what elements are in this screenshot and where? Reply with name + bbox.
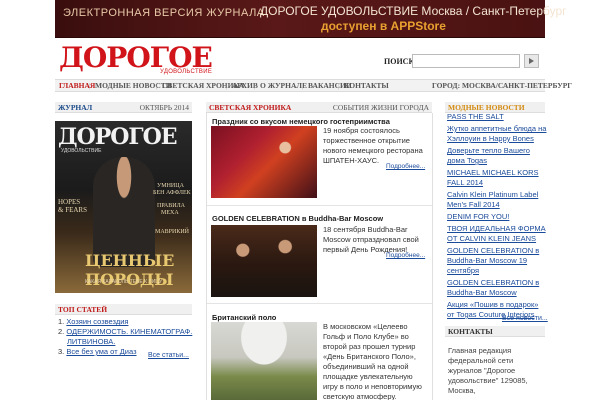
cover-mauritius: МАВРИКИЙ bbox=[155, 229, 190, 235]
search-input[interactable] bbox=[412, 54, 520, 68]
nav-separator: | bbox=[254, 81, 256, 90]
news-link[interactable]: DENIM FOR YOU! bbox=[447, 212, 547, 222]
nav-about[interactable]: О ЖУРНАЛЕ bbox=[260, 81, 307, 90]
chronicle-title: СВЕТСКАЯ ХРОНИКА bbox=[209, 103, 292, 112]
cover-title: ДОРОГОЕ bbox=[58, 124, 178, 150]
journal-header: ЖУРНАЛ ОКТЯБРЬ 2014 bbox=[55, 102, 192, 113]
top-articles-title: ТОП СТАТЕЙ bbox=[58, 305, 108, 314]
nav-separator: | bbox=[338, 81, 340, 90]
list-link[interactable]: ЛИТВИНОВА. bbox=[67, 337, 115, 346]
cover-affleck: БЕН АФФЛЕК bbox=[153, 190, 191, 196]
news-link[interactable]: GOLDEN CELEBRATION в Buddha-Bar Moscow bbox=[447, 278, 547, 298]
column-border bbox=[206, 113, 207, 400]
column-border bbox=[432, 113, 433, 400]
list-item[interactable]: 1. Хозяин созвездия bbox=[58, 317, 190, 327]
list-number: 3. bbox=[58, 347, 65, 356]
appstore-banner[interactable]: ЭЛЕКТРОННАЯ ВЕРСИЯ ЖУРНАЛА ДОРОГОЕ УДОВО… bbox=[55, 0, 567, 38]
nav-contacts[interactable]: КОНТАКТЫ bbox=[344, 81, 389, 90]
contacts-title: КОНТАКТЫ bbox=[448, 327, 493, 336]
banner-magazine-label: ДОРОГОЕ УДОВОЛЬСТВИЕ Москва / Санкт-Пете… bbox=[260, 4, 567, 18]
banner-electronic-label: ЭЛЕКТРОННАЯ ВЕРСИЯ ЖУРНАЛА bbox=[63, 7, 265, 19]
magazine-cover[interactable]: ДОРОГОЕ УДОВОЛЬСТВИЕ HOPES & FEARS УМНИЦ… bbox=[55, 121, 192, 293]
search-button[interactable] bbox=[524, 54, 539, 68]
top-articles-list: 1. Хозяин созвездия 2. ОДЕРЖИМОСТЬ. КИНЕ… bbox=[58, 317, 192, 357]
cover-smart: УМНИЦА bbox=[157, 183, 184, 189]
article-text: 19 ноября состоялось торжественное откры… bbox=[323, 126, 423, 165]
nav-fashion-news[interactable]: МОДНЫЕ НОВОСТИ bbox=[95, 81, 172, 90]
article-title[interactable]: Британский поло bbox=[212, 313, 276, 322]
article-text: В московском «Целеево Гольф и Поло Клубе… bbox=[323, 322, 422, 400]
list-number: 1. bbox=[58, 317, 65, 326]
contacts-header: КОНТАКТЫ bbox=[445, 326, 545, 337]
news-link[interactable]: ТВОЯ ИДЕАЛЬНАЯ ФОРМА ОТ CALVIN KLEIN JEA… bbox=[447, 224, 547, 244]
article-divider bbox=[207, 303, 432, 304]
main-nav: ГЛАВНАЯ | МОДНЫЕ НОВОСТИ | СВЕТСКАЯ ХРОН… bbox=[55, 79, 572, 92]
article-image[interactable] bbox=[211, 126, 317, 198]
nav-separator: | bbox=[226, 81, 228, 90]
article-divider bbox=[207, 205, 432, 206]
article-title[interactable]: GOLDEN CELEBRATION в Buddha-Bar Moscow bbox=[212, 214, 383, 223]
nav-separator: | bbox=[302, 81, 304, 90]
journal-title: ЖУРНАЛ bbox=[58, 103, 93, 112]
read-more-link[interactable]: Подробнее... bbox=[386, 163, 425, 170]
cover-subtitle: УДОВОЛЬСТВИЕ bbox=[61, 148, 102, 154]
news-link[interactable]: MICHAEL MICHAEL KORS FALL 2014 bbox=[447, 168, 547, 188]
list-link[interactable]: Хозяин созвездия bbox=[66, 317, 128, 326]
list-item[interactable]: 2. ОДЕРЖИМОСТЬ. КИНЕМАТОГРАФ. bbox=[58, 327, 192, 337]
banner-appstore-label: доступен в APPStore bbox=[321, 19, 446, 33]
chronicle-header: СВЕТСКАЯ ХРОНИКА СОБЫТИЯ ЖИЗНИ ГОРОДА bbox=[206, 102, 432, 113]
city-value: МОСКВА/САНКТ-ПЕТЕРБУРГ bbox=[461, 81, 573, 90]
site-logo-subtitle: УДОВОЛЬСТВИЕ bbox=[160, 69, 213, 75]
nav-separator: | bbox=[156, 81, 158, 90]
read-more-link[interactable]: Подробнее... bbox=[386, 252, 425, 259]
news-link[interactable]: Доверьте тепло Вашего дома Togas bbox=[447, 146, 547, 166]
list-link[interactable]: Все без ума от Диаз bbox=[66, 347, 136, 356]
chronicle-subtitle: СОБЫТИЯ ЖИЗНИ ГОРОДА bbox=[332, 103, 429, 112]
news-link[interactable]: Calvin Klein Platinum Label Men's Fall 2… bbox=[447, 190, 547, 210]
list-number: 2. bbox=[58, 327, 65, 336]
nav-separator: | bbox=[89, 81, 91, 90]
cover-rules: ПРАВИЛА bbox=[157, 203, 185, 209]
all-articles-link[interactable]: Все статьи... bbox=[148, 352, 189, 359]
article-title[interactable]: Праздник со вкусом немецкого гостеприимс… bbox=[212, 117, 390, 126]
cover-tagline: КАКАЯ КАРАКОЛЬ ТЕБЕ К ЛИЦУ bbox=[85, 279, 163, 285]
article-text: 18 сентября Buddha-Bar Moscow отпразднов… bbox=[323, 225, 419, 254]
cover-fur: МЕХА bbox=[161, 210, 179, 216]
news-link[interactable]: PASS THE SALT bbox=[447, 112, 547, 122]
news-link[interactable]: Жутко аппетитные блюда на Хэллоуин в Hap… bbox=[447, 124, 547, 144]
contacts-text: Главная редакция федеральной сети журнал… bbox=[448, 346, 528, 395]
article-image[interactable] bbox=[211, 225, 317, 297]
fashion-news-list: PASS THE SALT Жутко аппетитные блюда на … bbox=[447, 112, 547, 322]
all-news-link[interactable]: Все новости... bbox=[502, 315, 548, 322]
list-link[interactable]: ОДЕРЖИМОСТЬ. КИНЕМАТОГРАФ. bbox=[66, 327, 192, 336]
city-selector[interactable]: ГОРОД: МОСКВА/САНКТ-ПЕТЕРБУРГ bbox=[432, 81, 572, 90]
cover-hopes: HOPES bbox=[58, 198, 81, 206]
cover-fears: & FEARS bbox=[58, 206, 87, 214]
news-link[interactable]: GOLDEN CELEBRATION в Buddha-Bar Moscow 1… bbox=[447, 246, 547, 276]
top-articles-header: ТОП СТАТЕЙ bbox=[55, 304, 192, 315]
journal-issue: ОКТЯБРЬ 2014 bbox=[139, 103, 189, 112]
article-image[interactable] bbox=[211, 322, 317, 400]
list-item[interactable]: ЛИТВИНОВА. bbox=[58, 337, 190, 347]
city-label: ГОРОД: bbox=[432, 81, 461, 90]
